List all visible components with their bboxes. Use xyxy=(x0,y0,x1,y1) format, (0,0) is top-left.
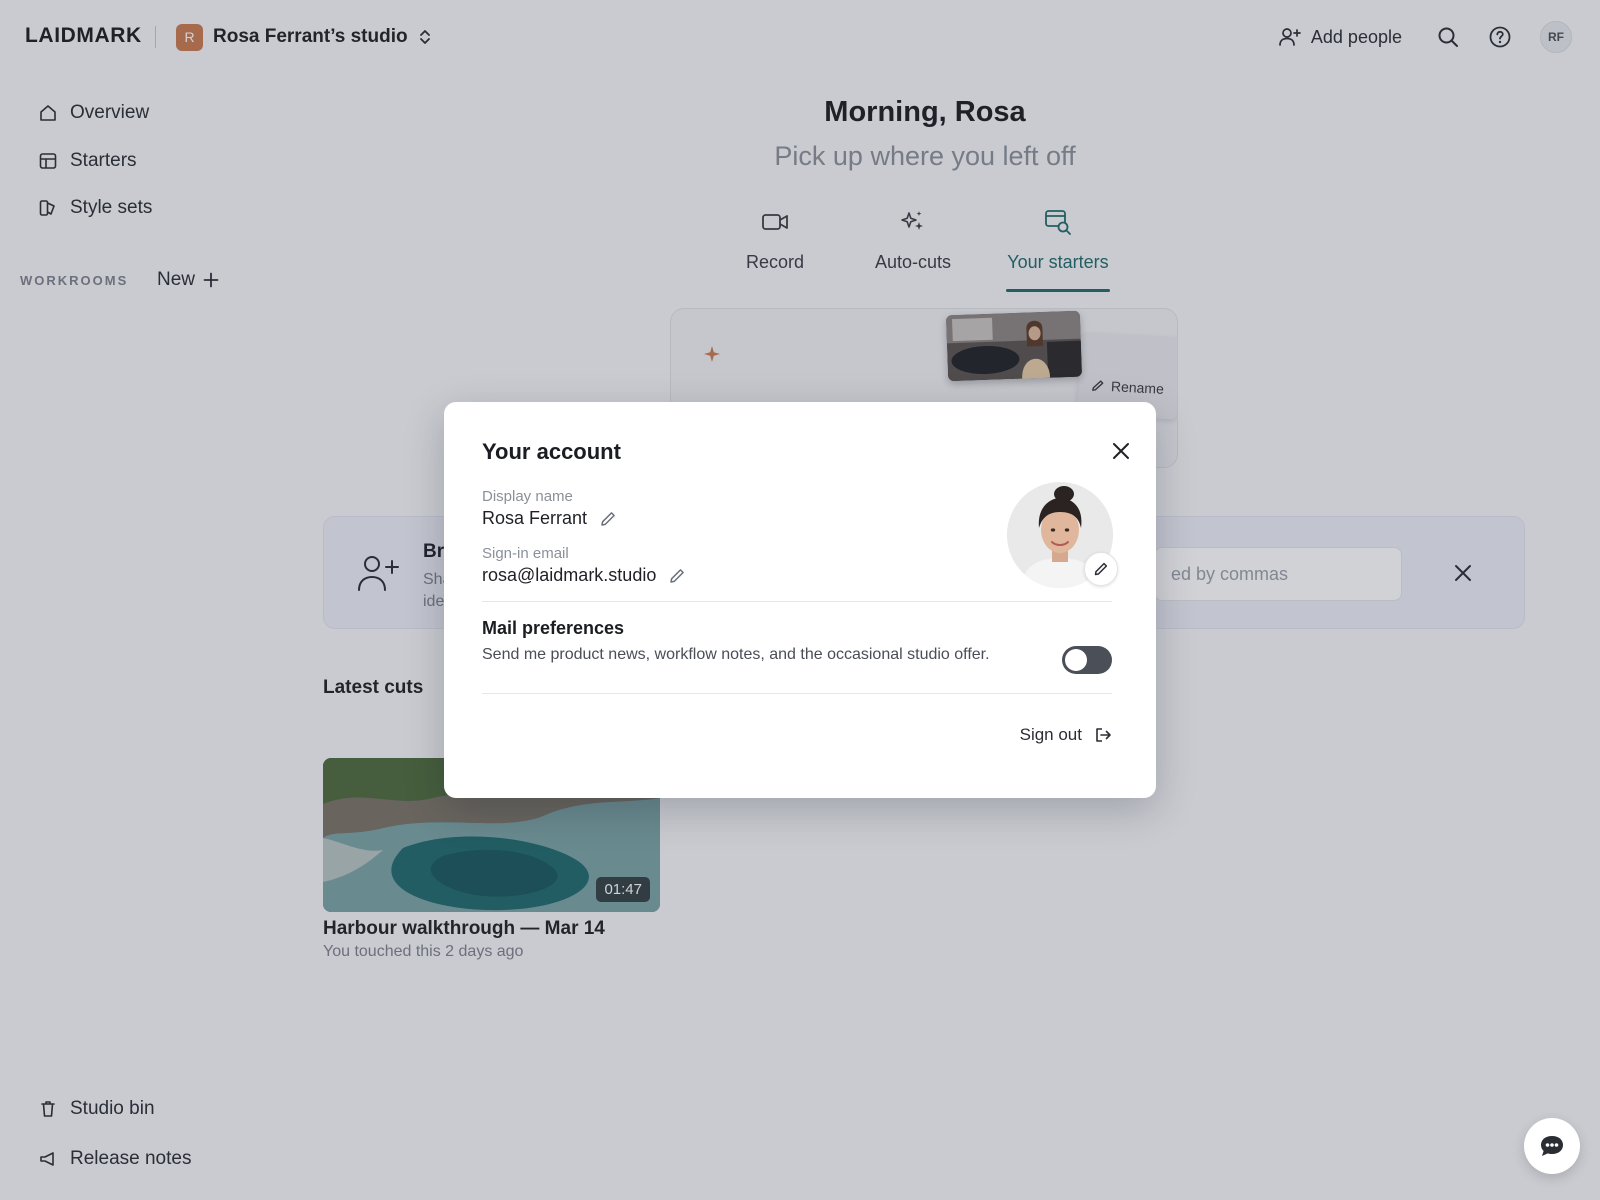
chat-button[interactable] xyxy=(1524,1118,1580,1174)
chat-bubble-icon xyxy=(1538,1132,1566,1160)
account-dialog: Your account Display name Rosa Ferrant S… xyxy=(444,402,1156,798)
display-name-field: Rosa Ferrant xyxy=(482,508,617,529)
dialog-title: Your account xyxy=(482,439,621,464)
divider xyxy=(482,693,1112,694)
toggle-knob xyxy=(1065,649,1087,671)
mail-preferences-description: Send me product news, workflow notes, an… xyxy=(482,646,990,663)
email-value: rosa@laidmark.studio xyxy=(482,565,657,585)
mail-preferences-toggle[interactable] xyxy=(1062,646,1112,674)
display-name-label: Display name xyxy=(482,488,573,505)
divider xyxy=(482,601,1112,602)
edit-photo-button[interactable] xyxy=(1084,552,1118,586)
email-label: Sign-in email xyxy=(482,545,569,562)
sign-out-label: Sign out xyxy=(1019,725,1082,744)
display-name-value: Rosa Ferrant xyxy=(482,508,588,528)
sign-out-button[interactable]: Sign out xyxy=(1020,725,1112,745)
logout-icon xyxy=(1094,726,1112,744)
close-icon[interactable] xyxy=(1110,440,1132,462)
pencil-icon[interactable] xyxy=(668,567,686,585)
pencil-icon xyxy=(1093,561,1109,577)
email-field: rosa@laidmark.studio xyxy=(482,565,686,586)
mail-preferences-title: Mail preferences xyxy=(482,618,625,638)
pencil-icon[interactable] xyxy=(599,510,617,528)
